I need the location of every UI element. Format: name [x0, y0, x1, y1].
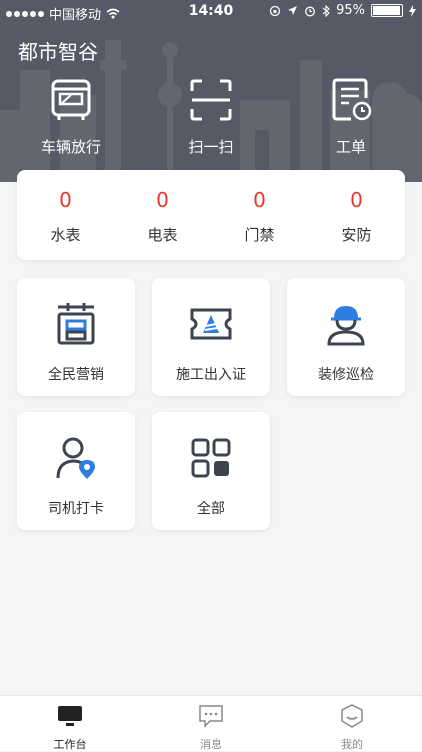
rotation-lock-icon [269, 5, 281, 16]
scan-label: 扫一扫 [188, 138, 234, 156]
battery-percent: 95% [336, 3, 365, 18]
location-icon [288, 6, 298, 15]
bluetooth-icon [322, 4, 330, 17]
tab-workbench[interactable]: 工作台 [0, 704, 140, 752]
marketing-tile[interactable]: 全民营销 [17, 278, 135, 396]
tab-messages[interactable]: 消息 [141, 704, 281, 752]
app-title: 都市智谷 [18, 40, 98, 64]
access-control-label: 门禁 [244, 226, 275, 244]
alarm-icon [305, 6, 316, 16]
construction-pass-label: 施工出入证 [176, 367, 246, 383]
header-banner: 中国移动 14:40 95% 都市智谷 车辆放行 扫一扫 工单 [0, 0, 422, 182]
vehicle-release-label: 车辆放行 [40, 138, 101, 156]
construction-pass-tile[interactable]: 施工出入证 [152, 278, 270, 396]
water-meter-label: 水表 [50, 226, 81, 244]
security-value: 0 [350, 188, 363, 212]
meter-stats-card: 0 水表 0 电表 0 门禁 0 安防 [17, 170, 405, 260]
water-meter-stat[interactable]: 0 水表 [17, 188, 114, 245]
tab-profile[interactable]: 我的 [282, 704, 422, 752]
all-apps-icon [191, 438, 231, 478]
renovation-inspection-label: 装修巡检 [318, 367, 374, 383]
profile-icon [341, 704, 363, 728]
driver-checkin-icon [56, 437, 95, 479]
inspector-icon [327, 306, 365, 346]
status-bar: 中国移动 14:40 95% [0, 0, 422, 24]
work-order-button[interactable]: 工单 [291, 78, 411, 157]
message-icon [199, 705, 223, 728]
marketing-label: 全民营销 [48, 367, 104, 383]
monitor-icon [58, 706, 82, 726]
scan-icon [190, 79, 232, 121]
water-meter-value: 0 [59, 188, 72, 212]
vehicle-release-button[interactable]: 车辆放行 [11, 78, 131, 157]
work-order-icon [332, 78, 372, 121]
marketing-icon [57, 303, 95, 345]
battery-icon [371, 4, 403, 17]
electric-meter-value: 0 [156, 188, 169, 212]
driver-checkin-tile[interactable]: 司机打卡 [17, 412, 135, 530]
access-control-stat[interactable]: 0 门禁 [211, 188, 308, 245]
driver-checkin-label: 司机打卡 [48, 501, 104, 517]
bottom-tab-bar: 工作台 消息 我的 [0, 695, 422, 751]
access-control-value: 0 [253, 188, 266, 212]
bus-icon [51, 79, 91, 120]
charging-icon [409, 4, 416, 17]
all-apps-label: 全部 [197, 501, 225, 517]
construction-pass-icon [190, 308, 232, 340]
electric-meter-stat[interactable]: 0 电表 [114, 188, 211, 245]
work-order-label: 工单 [335, 138, 366, 156]
security-label: 安防 [341, 226, 372, 244]
renovation-inspection-tile[interactable]: 装修巡检 [287, 278, 405, 396]
all-apps-tile[interactable]: 全部 [152, 412, 270, 530]
security-stat[interactable]: 0 安防 [308, 188, 405, 245]
scan-button[interactable]: 扫一扫 [151, 78, 271, 157]
electric-meter-label: 电表 [147, 226, 178, 244]
